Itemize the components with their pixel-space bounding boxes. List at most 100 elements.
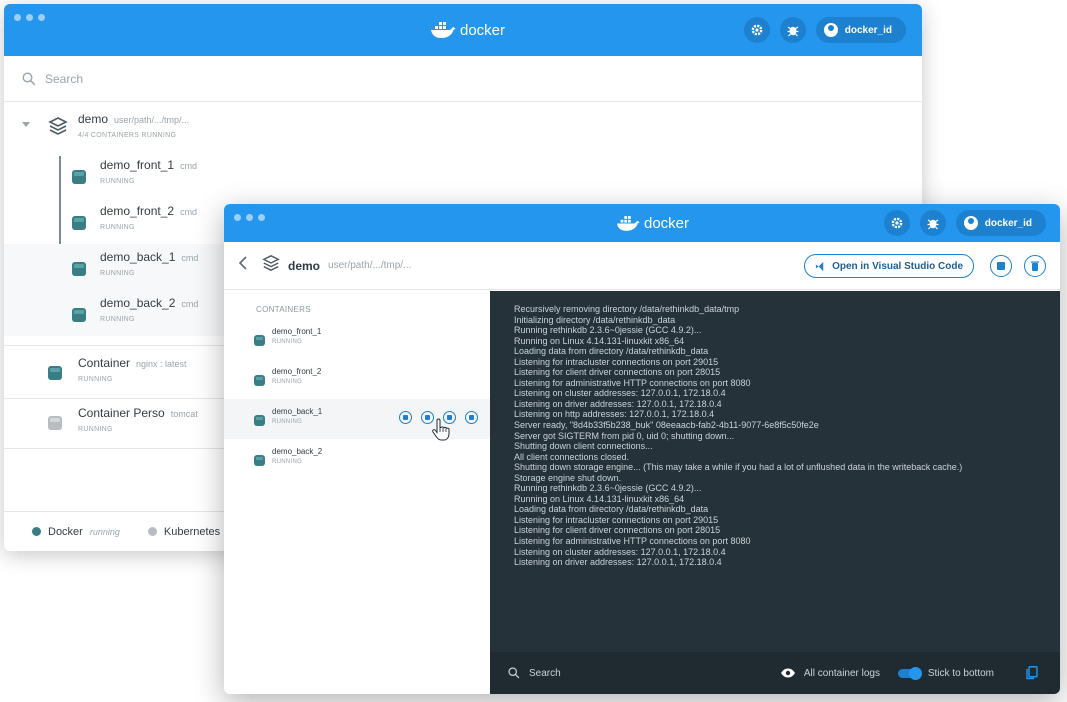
container-status: RUNNING <box>100 270 135 277</box>
chevron-left-icon <box>238 256 247 270</box>
docker-logo: docker <box>616 204 689 242</box>
user-id: docker_id <box>984 217 1032 229</box>
containers-sidebar: CONTAINERS demo_front_1 RUNNING demo_fro… <box>224 291 490 694</box>
container-row[interactable]: demo_front_1 cmd RUNNING <box>4 152 922 198</box>
log-line: Running on Linux 4.14.131-linuxkit x86_6… <box>514 335 685 346</box>
log-line: Running on Linux 4.14.131-linuxkit x86_6… <box>514 493 685 504</box>
troubleshoot-button[interactable] <box>779 17 806 43</box>
stop-button[interactable] <box>990 255 1012 277</box>
troubleshoot-button[interactable] <box>919 210 946 236</box>
log-line: Running rethinkdb 2.3.6~0jessie (GCC 4.9… <box>514 483 702 494</box>
brand-name: docker <box>460 21 506 39</box>
stack-path: user/path/.../tmp/... <box>114 115 190 125</box>
docker-status: Docker running <box>32 526 120 538</box>
container-status: RUNNING <box>272 459 303 465</box>
stop-icon <box>997 262 1005 270</box>
stick-to-bottom[interactable]: Stick to bottom <box>897 666 994 680</box>
brand-name: docker <box>644 214 690 232</box>
container-status: RUNNING <box>78 426 113 433</box>
container-icon <box>254 335 265 346</box>
status-dot-icon <box>32 527 41 536</box>
container-status: RUNNING <box>78 376 113 383</box>
stack-detail-window: docker docker_id demo user/path/.../tmp/… <box>224 204 1060 694</box>
title-bar: docker docker_id <box>4 4 922 56</box>
window-controls[interactable] <box>234 214 265 221</box>
trash-icon <box>1031 261 1039 271</box>
log-toolbar: Search All container logs Stick to botto… <box>490 652 1060 694</box>
log-line: Loading data from directory /data/rethin… <box>514 504 709 515</box>
log-line: Listening for client driver connections … <box>514 367 721 378</box>
log-search[interactable]: Search <box>508 667 561 679</box>
container-name: demo_back_2 <box>100 296 176 310</box>
log-line: Listening on http addresses: 127.0.0.1, … <box>514 409 715 420</box>
container-name: Container Perso <box>78 406 165 420</box>
window-controls[interactable] <box>14 14 45 21</box>
container-icon <box>48 366 62 380</box>
log-line: Listening for administrative HTTP connec… <box>514 377 751 388</box>
delete-button[interactable] <box>1024 255 1046 277</box>
log-line: Initializing directory /data/rethinkdb_d… <box>514 314 676 325</box>
bug-icon <box>927 219 939 230</box>
container-status: RUNNING <box>100 316 135 323</box>
log-line: Loading data from directory /data/rethin… <box>514 346 709 357</box>
user-icon <box>963 216 978 230</box>
chevron-down-icon <box>22 122 30 127</box>
account-button[interactable]: docker_id <box>955 210 1046 236</box>
account-button[interactable]: docker_id <box>815 17 906 43</box>
user-icon <box>823 23 838 37</box>
log-line: Storage engine shut down. <box>514 472 622 483</box>
delete-button[interactable] <box>465 411 478 424</box>
log-line: Listening on cluster addresses: 127.0.0.… <box>514 546 726 557</box>
log-line: Listening on cluster addresses: 127.0.0.… <box>514 388 726 399</box>
copy-icon <box>1026 666 1038 680</box>
back-button[interactable] <box>238 256 252 275</box>
settings-button[interactable] <box>743 17 770 43</box>
log-line: Listening on driver addresses: 127.0.0.1… <box>514 557 722 568</box>
log-line: Recursively removing directory /data/ret… <box>514 304 740 314</box>
stack-name: demo <box>78 112 109 126</box>
container-cmd: cmd <box>181 299 199 309</box>
all-container-logs-toggle[interactable]: All container logs <box>780 668 880 679</box>
log-line: Server got SIGTERM from pid 0, uid 0; sh… <box>514 430 735 441</box>
settings-button[interactable] <box>883 210 910 236</box>
docker-state: running <box>89 526 120 537</box>
title-bar: docker docker_id <box>224 204 1060 242</box>
container-name: demo_back_1 <box>100 250 176 264</box>
container-item[interactable]: demo_back_2 RUNNING <box>224 439 490 479</box>
stack-path: user/path/.../tmp/... <box>328 260 412 271</box>
stack-icon <box>262 254 280 277</box>
open-vscode-label: Open in Visual Studio Code <box>832 260 963 272</box>
page-title: demo <box>288 258 321 273</box>
container-cmd: cmd <box>181 253 199 263</box>
search-bar[interactable]: Search <box>4 56 922 102</box>
log-line: Listening on driver addresses: 127.0.0.1… <box>514 398 722 409</box>
container-name: demo_front_2 <box>272 367 322 376</box>
open-vscode-button[interactable]: Open in Visual Studio Code <box>804 254 974 278</box>
container-image: nginx : latest <box>136 359 187 369</box>
containers-header: CONTAINERS <box>256 305 311 314</box>
container-item[interactable]: demo_front_1 RUNNING <box>224 319 490 359</box>
container-icon <box>254 415 265 426</box>
log-line: Server ready, "8d4b33f5b238_buk" 08eeaac… <box>514 420 819 431</box>
copy-button[interactable] <box>1026 666 1038 683</box>
container-name: demo_back_1 <box>272 407 323 416</box>
log-output[interactable]: Recursively removing directory /data/ret… <box>490 291 1060 652</box>
stack-icon <box>48 117 68 135</box>
stick-to-bottom-label: Stick to bottom <box>927 667 994 679</box>
container-name: demo_back_2 <box>272 447 323 456</box>
log-line: All client connections closed. <box>514 451 630 462</box>
container-icon <box>48 416 62 430</box>
container-item[interactable]: demo_front_2 RUNNING <box>224 359 490 399</box>
container-icon <box>254 455 265 466</box>
container-icon <box>72 216 86 230</box>
log-line: Listening for administrative HTTP connec… <box>514 536 751 547</box>
container-status: RUNNING <box>272 419 303 425</box>
cli-button[interactable] <box>399 411 412 424</box>
container-status: RUNNING <box>100 178 135 185</box>
docker-label: Docker <box>48 525 83 538</box>
whale-icon <box>616 215 640 231</box>
container-icon <box>254 375 265 386</box>
log-line: Running rethinkdb 2.3.6~0jessie (GCC 4.9… <box>514 325 702 336</box>
stack-row[interactable]: demo user/path/.../tmp/... 4/4 CONTAINERS… <box>4 108 922 152</box>
stick-to-bottom-toggle[interactable] <box>897 666 922 680</box>
